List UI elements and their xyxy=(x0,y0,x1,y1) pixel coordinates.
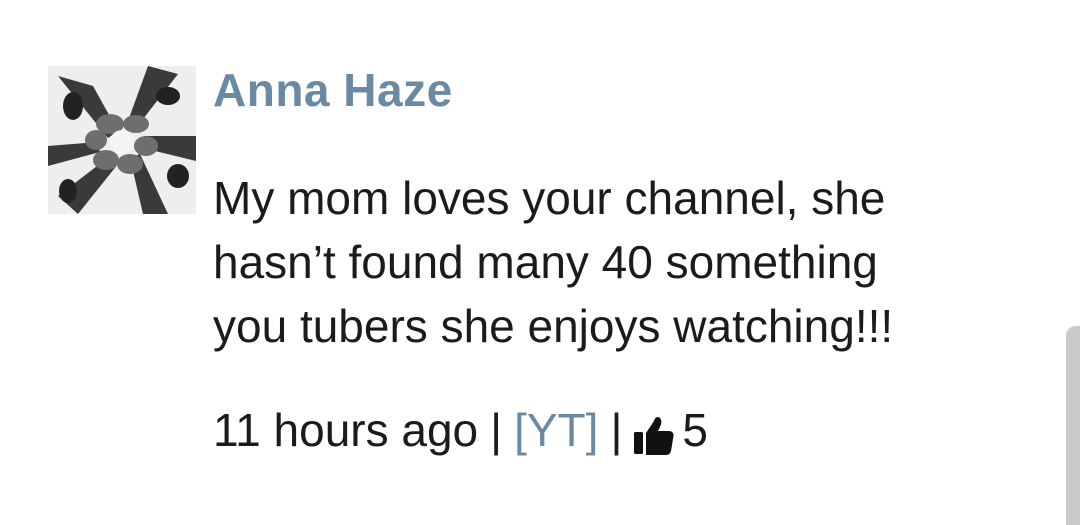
timestamp: 11 hours ago xyxy=(213,404,479,456)
youtube-link[interactable]: [YT] xyxy=(514,400,598,460)
thumbs-up-icon[interactable] xyxy=(634,411,674,455)
comment-text: My mom loves your channel, she hasn’t fo… xyxy=(213,166,1013,358)
avatar-image xyxy=(48,66,196,214)
comment-text-line: My mom loves your channel, she xyxy=(213,172,886,224)
separator: | xyxy=(490,404,503,456)
author-name[interactable]: Anna Haze xyxy=(213,60,453,120)
scrollbar[interactable] xyxy=(1066,326,1080,525)
avatar[interactable] xyxy=(48,66,196,214)
like-count: 5 xyxy=(682,404,708,456)
comment-meta: 11 hours ago | [YT] | 5 xyxy=(213,400,708,460)
comment-text-line: you tubers she enjoys watching!!! xyxy=(213,300,894,352)
comment-text-line: hasn’t found many 40 something xyxy=(213,236,878,288)
separator: | xyxy=(610,404,623,456)
